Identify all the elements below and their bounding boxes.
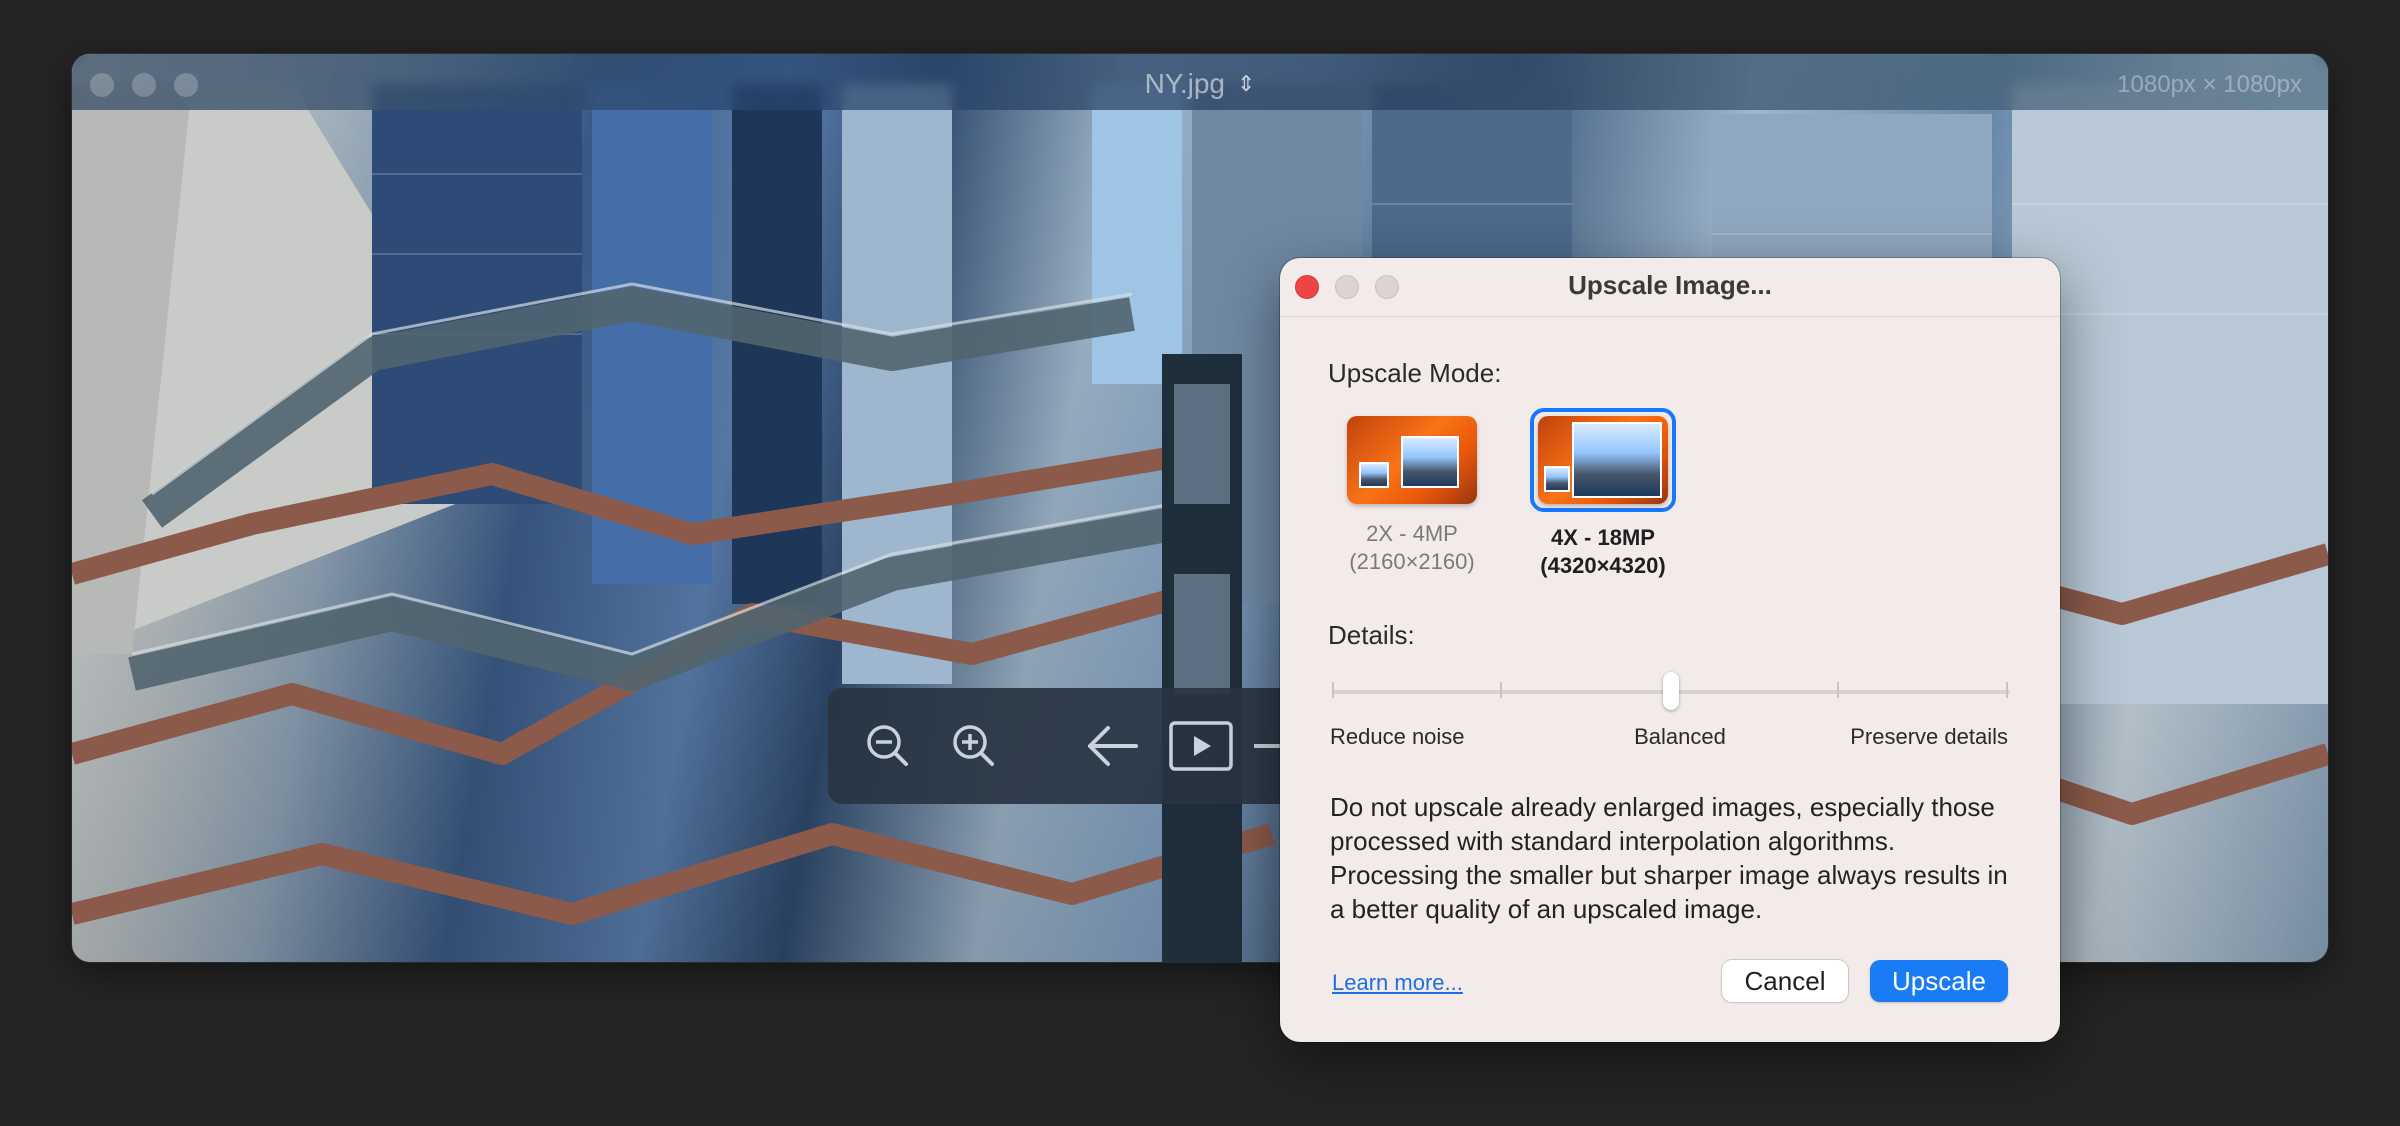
- arrow-left-icon[interactable]: [1082, 716, 1142, 776]
- mode-4x-selection-ring: [1530, 408, 1676, 512]
- learn-more-link[interactable]: Learn more...: [1332, 970, 1463, 996]
- slider-label-preserve-details: Preserve details: [1850, 724, 2008, 749]
- mode-2x-thumbnail: [1347, 416, 1477, 504]
- mode-4x-name: 4X - 18MP: [1551, 525, 1655, 550]
- mode-4x-resolution: (4320×4320): [1540, 553, 1666, 578]
- mode-2x-resolution: (2160×2160): [1349, 549, 1475, 574]
- window-title-text: NY.jpg: [1144, 68, 1225, 99]
- dialog-title: Upscale Image...: [1568, 270, 1772, 300]
- slider-tick: [1332, 682, 1334, 698]
- slider-tick: [1500, 682, 1502, 698]
- mode-option-2x[interactable]: 2X - 4MP (2160×2160): [1322, 408, 1502, 576]
- mode-4x-caption: 4X - 18MP (4320×4320): [1513, 524, 1693, 580]
- zoom-out-icon[interactable]: [858, 716, 918, 776]
- slider-tick: [1837, 682, 1839, 698]
- image-dimensions: 1080px × 1080px: [2117, 71, 2302, 98]
- play-icon[interactable]: [1168, 716, 1233, 776]
- upscale-mode-label: Upscale Mode:: [1328, 358, 1502, 388]
- mode-2x-name: 2X - 4MP: [1366, 521, 1458, 546]
- floating-toolbar: [828, 688, 1308, 804]
- window-title[interactable]: NY.jpg ⇕: [72, 68, 2328, 100]
- dialog-titlebar: Upscale Image...: [1280, 258, 2060, 317]
- cancel-button[interactable]: Cancel: [1722, 960, 1848, 1002]
- upscale-description: Do not upscale already enlarged images, …: [1330, 792, 2008, 924]
- mode-2x-caption: 2X - 4MP (2160×2160): [1322, 520, 1502, 576]
- details-slider-knob[interactable]: [1663, 672, 1679, 710]
- mode-option-4x[interactable]: 4X - 18MP (4320×4320): [1513, 408, 1693, 580]
- upscale-button[interactable]: Upscale: [1870, 960, 2008, 1002]
- upscale-dialog: Upscale Image... Upscale Mode: 2X - 4MP …: [1280, 258, 2060, 1042]
- slider-label-balanced: Balanced: [1634, 724, 1726, 749]
- details-label: Details:: [1328, 620, 1415, 650]
- chevron-updown-icon: ⇕: [1237, 71, 1256, 96]
- viewer-titlebar: NY.jpg ⇕ 1080px × 1080px: [72, 54, 2328, 110]
- slider-label-reduce-noise: Reduce noise: [1330, 724, 1465, 749]
- zoom-in-icon[interactable]: [944, 716, 1004, 776]
- mode-4x-thumbnail: [1538, 416, 1668, 504]
- slider-tick: [2006, 682, 2008, 698]
